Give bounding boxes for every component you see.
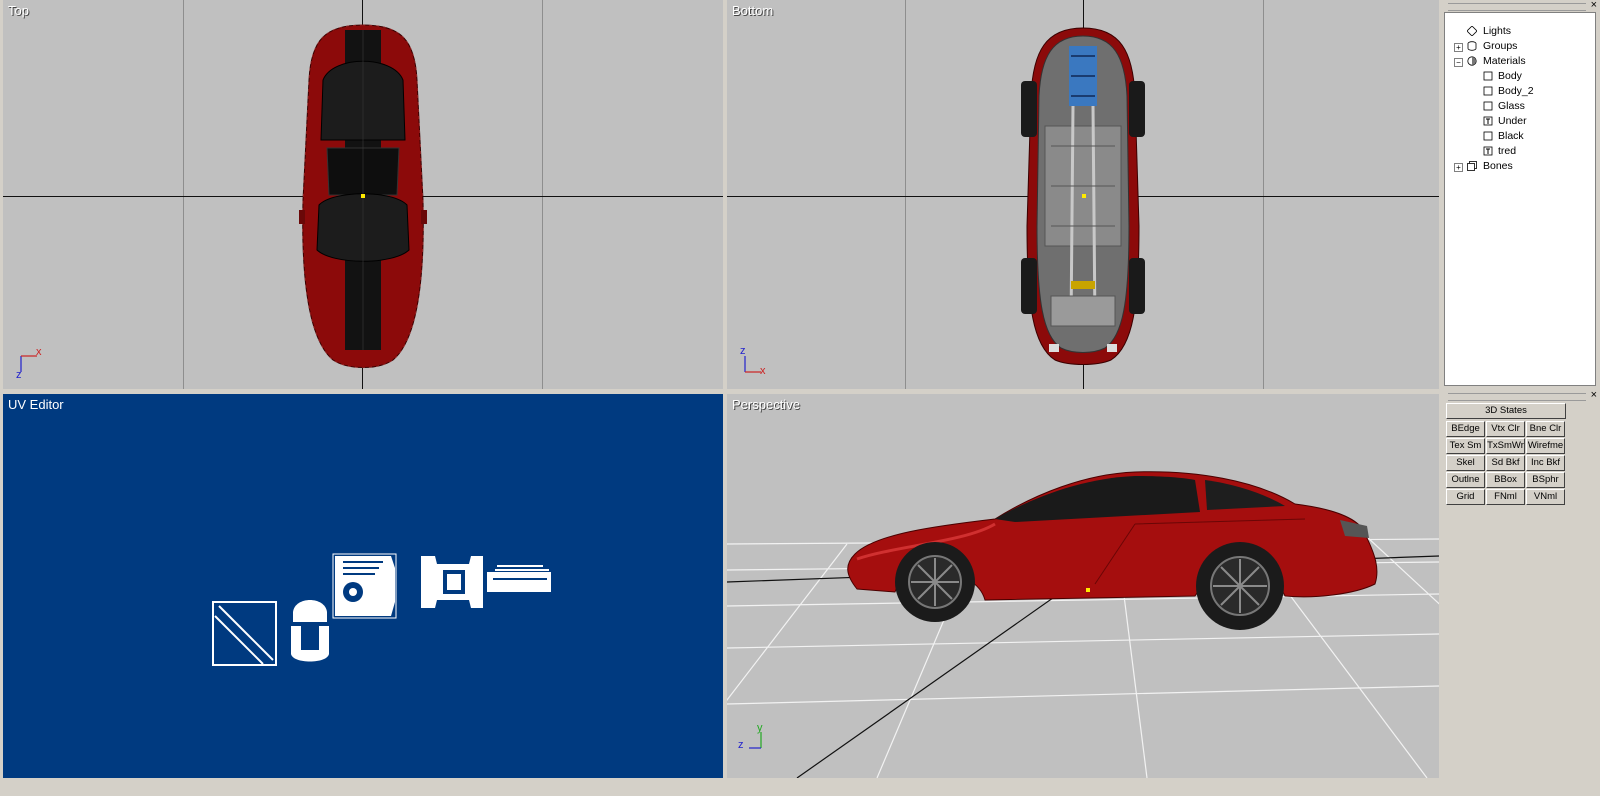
axis-label-z: z <box>738 739 744 751</box>
tree-label-lights: Lights <box>1483 25 1512 37</box>
close-icon[interactable]: × <box>1591 0 1597 11</box>
grid-line <box>542 0 543 389</box>
collapse-icon[interactable]: − <box>1454 58 1463 67</box>
viewport-title-uv: UV Editor <box>8 397 64 412</box>
viewport-bottom[interactable]: Bottom z x <box>727 0 1439 389</box>
tree-item-material[interactable]: Body_2 <box>1445 85 1595 100</box>
car-perspective-view[interactable] <box>835 464 1395 644</box>
tree-label-material: Glass <box>1498 100 1525 112</box>
tree-label-materials: Materials <box>1483 55 1526 67</box>
texture-material-icon <box>1483 146 1493 156</box>
expand-icon[interactable]: + <box>1454 163 1463 172</box>
tree-label-material: Black <box>1498 130 1524 142</box>
button-txsmwr[interactable]: TxSmWr <box>1486 438 1525 454</box>
tree-label-groups: Groups <box>1483 40 1518 52</box>
sphere-icon <box>1467 56 1477 66</box>
axis-label-x: x <box>760 365 766 377</box>
button-wirefme[interactable]: Wirefme <box>1526 438 1565 454</box>
texture-material-icon <box>1483 116 1493 126</box>
button-skel[interactable]: Skel <box>1446 455 1485 471</box>
tree-label-bones: Bones <box>1483 160 1513 172</box>
bones-icon <box>1467 161 1477 171</box>
tree-label-material: Body <box>1498 70 1522 82</box>
material-icon <box>1483 101 1493 111</box>
button-outlne[interactable]: Outlne <box>1446 472 1485 488</box>
viewport-title-top: Top <box>8 3 29 18</box>
button-bsphr[interactable]: BSphr <box>1526 472 1565 488</box>
tree-item-groups[interactable]: + Groups <box>1445 40 1595 55</box>
button-vtx-clr[interactable]: Vtx Clr <box>1486 421 1525 437</box>
scene-tree-panel[interactable]: Lights + Groups − Materials Body Body_2 … <box>1444 12 1596 386</box>
button-fnml[interactable]: FNml <box>1486 489 1525 505</box>
tree-item-bones[interactable]: + Bones <box>1445 160 1595 175</box>
material-icon <box>1483 86 1493 96</box>
button-3d-states[interactable]: 3D States <box>1446 403 1566 419</box>
viewport-top[interactable]: Top x z <box>3 0 723 389</box>
states-panel: 3D States BEdge Vtx Clr Bne Clr Tex Sm T… <box>1444 402 1596 522</box>
origin-marker <box>1086 588 1090 592</box>
axis-label-y: y <box>757 722 763 734</box>
viewport-title-perspective: Perspective <box>732 397 800 412</box>
tree-label-material: Under <box>1498 115 1527 127</box>
tree-panel-header: × <box>1442 0 1600 12</box>
material-icon <box>1483 131 1493 141</box>
uv-islands <box>212 553 551 666</box>
tree-item-materials[interactable]: − Materials <box>1445 55 1595 70</box>
tree-label-material: Body_2 <box>1498 85 1534 97</box>
button-bbox[interactable]: BBox <box>1486 472 1525 488</box>
axis-label-x: x <box>36 346 42 358</box>
tree-item-lights[interactable]: Lights <box>1445 25 1595 40</box>
origin-marker <box>1082 194 1086 198</box>
states-panel-header: × <box>1442 389 1600 402</box>
button-sd-bkf[interactable]: Sd Bkf <box>1486 455 1525 471</box>
tree-item-material[interactable]: Body <box>1445 70 1595 85</box>
grid-line <box>183 0 184 389</box>
viewport-uv-editor[interactable]: UV Editor <box>3 394 723 778</box>
expand-icon[interactable]: + <box>1454 43 1463 52</box>
cylinder-icon <box>1467 41 1477 51</box>
tree-item-material[interactable]: Glass <box>1445 100 1595 115</box>
grid-line <box>905 0 906 389</box>
light-icon <box>1467 26 1477 36</box>
axis-label-z: z <box>16 369 22 381</box>
button-grid[interactable]: Grid <box>1446 489 1485 505</box>
origin-marker <box>361 194 365 198</box>
tree-item-material[interactable]: Black <box>1445 130 1595 145</box>
grid-line <box>1263 0 1264 389</box>
tree-item-material[interactable]: tred <box>1445 145 1595 160</box>
material-icon <box>1483 71 1493 81</box>
viewport-title-bottom: Bottom <box>732 3 774 18</box>
button-bne-clr[interactable]: Bne Clr <box>1526 421 1565 437</box>
axis-gizmo-perspective <box>749 732 762 749</box>
tree-item-material[interactable]: Under <box>1445 115 1595 130</box>
button-inc-bkf[interactable]: Inc Bkf <box>1526 455 1565 471</box>
button-bedge[interactable]: BEdge <box>1446 421 1485 437</box>
viewport-perspective[interactable]: Perspective y z <box>727 394 1439 778</box>
tree-label-material: tred <box>1498 145 1517 157</box>
close-icon[interactable]: × <box>1591 389 1597 401</box>
button-vnml[interactable]: VNml <box>1526 489 1565 505</box>
button-tex-sm[interactable]: Tex Sm <box>1446 438 1485 454</box>
axis-label-z: z <box>740 345 746 357</box>
